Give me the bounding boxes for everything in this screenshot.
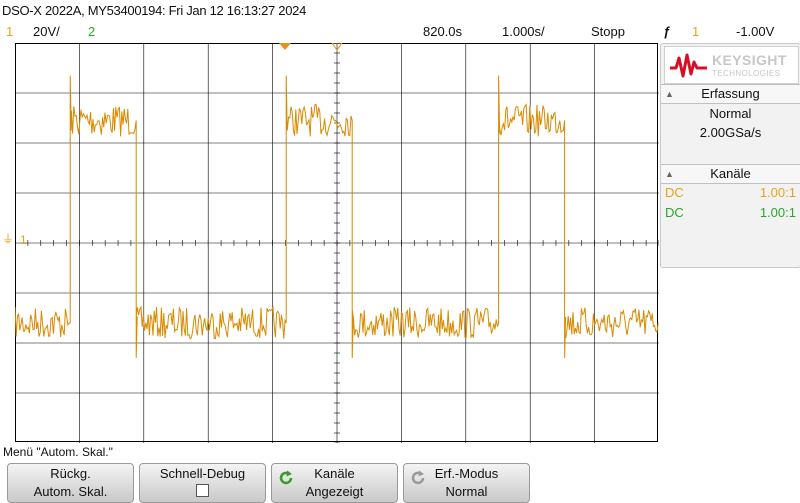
logo-name: KEYSIGHT: [712, 52, 787, 68]
sample-rate: 2.00GSa/s: [699, 125, 762, 140]
channel-1-coupling: DC: [665, 185, 684, 200]
channel-1-scale[interactable]: 20V/: [33, 24, 60, 39]
trigger-level[interactable]: -1.00V: [736, 24, 774, 39]
channel-1-indicator[interactable]: 1: [6, 24, 13, 39]
ground-icon: ⏚: [2, 232, 15, 246]
softkey-4-label: Erf.-Modus: [434, 466, 499, 481]
instrument-title: DSO-X 2022A, MY53400194: Fri Jan 12 16:1…: [2, 3, 307, 18]
softkey-acquisition-mode[interactable]: Erf.-Modus Normal: [403, 463, 530, 503]
softkey-2-label: Schnell-Debug: [159, 466, 246, 481]
channel-2-probe-ratio: 1.00:1: [759, 205, 796, 220]
timebase-delay[interactable]: 820.0s: [423, 24, 462, 39]
channel-1-marker-label: 1: [20, 233, 27, 247]
softkey-fast-debug[interactable]: Schnell-Debug: [139, 463, 266, 503]
side-panel: KEYSIGHT TECHNOLOGIES ▲ Erfassung Normal…: [660, 43, 800, 268]
acquisition-title: Erfassung: [701, 86, 760, 101]
trigger-edge-icon: ƒ: [663, 24, 671, 39]
acquisition-header[interactable]: ▲ Erfassung: [661, 84, 800, 104]
softkey-3-sublabel: Angezeigt: [305, 484, 364, 499]
waveform-display[interactable]: [15, 43, 659, 443]
channel-2-info[interactable]: DC 1.00:1: [665, 205, 796, 223]
channel-1-probe-ratio: 1.00:1: [759, 185, 796, 200]
collapse-chevron-icon: ▲: [665, 169, 674, 179]
status-bar: 1 20V/ 2 820.0s 1.000s/ Stopp ƒ 1 -1.00V: [0, 22, 800, 42]
softkey-4-sublabel: Normal: [445, 484, 488, 499]
title-bar: DSO-X 2022A, MY53400194: Fri Jan 12 16:1…: [0, 0, 800, 22]
softkey-1-label: Rückg.: [50, 466, 91, 481]
acquisition-mode: Normal: [709, 106, 752, 121]
softkey-channels-displayed[interactable]: Kanäle Angezeigt: [271, 463, 398, 503]
channels-title: Kanäle: [710, 166, 751, 181]
channel-2-indicator[interactable]: 2: [88, 24, 95, 39]
softkey-undo-autoscale[interactable]: Rückg. Autom. Skal.: [7, 463, 134, 503]
channels-header[interactable]: ▲ Kanäle: [661, 164, 800, 184]
collapse-chevron-icon: ▲: [665, 89, 674, 99]
softkey-1-sublabel: Autom. Skal.: [33, 484, 108, 499]
trigger-channel[interactable]: 1: [692, 24, 699, 39]
channel-2-coupling: DC: [665, 205, 684, 220]
logo-subtitle: TECHNOLOGIES: [712, 69, 781, 78]
fast-debug-checkbox[interactable]: [196, 484, 209, 497]
menu-title: Menü "Autom. Skal.": [3, 445, 113, 459]
softkey-3-label: Kanäle: [314, 466, 355, 481]
keysight-wave-icon: [670, 53, 707, 78]
channel-1-info[interactable]: DC 1.00:1: [665, 185, 796, 203]
run-state[interactable]: Stopp: [591, 24, 625, 39]
time-scale[interactable]: 1.000s/: [502, 24, 545, 39]
keysight-logo: KEYSIGHT TECHNOLOGIES: [664, 46, 799, 84]
